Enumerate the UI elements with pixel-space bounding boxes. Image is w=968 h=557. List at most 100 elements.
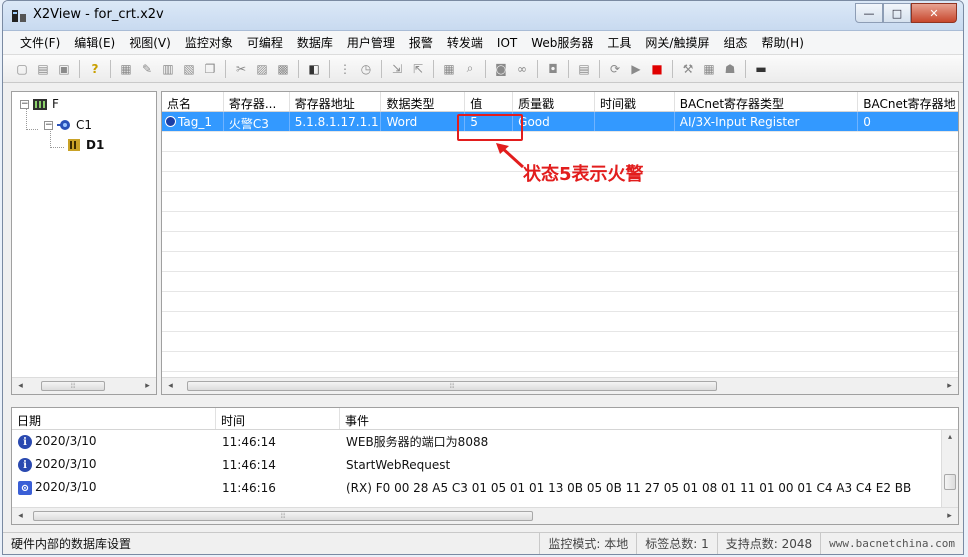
menu-monitor-object[interactable]: 监控对象 <box>178 34 240 51</box>
menu-alarm[interactable]: 报警 <box>402 34 440 51</box>
menu-web-server[interactable]: Web服务器 <box>524 34 600 51</box>
menu-tools[interactable]: 工具 <box>600 34 638 51</box>
column-header-value[interactable]: 值 <box>465 92 514 111</box>
cut-icon[interactable]: ✂ <box>232 60 250 78</box>
menu-programmable[interactable]: 可编程 <box>240 34 290 51</box>
report-icon[interactable]: ▤ <box>575 60 593 78</box>
scroll-up-icon[interactable]: ▴ <box>942 432 958 441</box>
minimize-button[interactable]: — <box>855 3 883 23</box>
menu-edit[interactable]: 编辑(E) <box>67 34 122 51</box>
close-button[interactable]: ✕ <box>911 3 957 23</box>
info-icon: i <box>18 435 32 450</box>
column-header-quality[interactable]: 质量戳 <box>513 92 595 111</box>
maximize-button[interactable]: □ <box>883 3 911 23</box>
scroll-left-icon[interactable]: ◂ <box>162 381 179 391</box>
cell-register: 火警C3 <box>224 112 290 131</box>
cell-timestamp <box>595 112 675 131</box>
collapse-icon[interactable]: − <box>44 120 53 130</box>
save-icon[interactable]: ▣ <box>55 60 73 78</box>
menu-iot[interactable]: IOT <box>490 36 524 50</box>
play-icon[interactable]: ▶ <box>627 60 645 78</box>
tree-node-root[interactable]: − F <box>20 97 59 111</box>
open-icon[interactable]: ▤ <box>34 60 52 78</box>
log-row[interactable]: i 2020/3/10 11:46:14 StartWebRequest <box>12 453 958 476</box>
toolbar-separator <box>568 59 569 78</box>
tree-node-device[interactable]: D1 <box>66 138 104 152</box>
toolbar-separator <box>329 59 330 78</box>
cell-data-type: Word <box>381 112 466 131</box>
chart-icon[interactable]: ▦ <box>440 60 458 78</box>
edit-icon[interactable]: ✎ <box>138 60 156 78</box>
column-header-tag-name[interactable]: 点名 <box>162 92 224 111</box>
menu-view[interactable]: 视图(V) <box>122 34 178 51</box>
channel-icon <box>57 120 70 130</box>
table-row-empty <box>162 192 958 212</box>
table-row-empty <box>162 292 958 312</box>
config-icon[interactable]: ▥ <box>159 60 177 78</box>
help-icon[interactable]: ? <box>86 60 104 78</box>
log-row[interactable]: i 2020/3/10 11:46:14 WEB服务器的端口为8088 <box>12 430 958 453</box>
tool-icon[interactable]: ⚒ <box>679 60 697 78</box>
grid-icon[interactable]: ⋮ <box>336 60 354 78</box>
camera-icon[interactable]: ◙ <box>492 60 510 78</box>
duplicate-icon[interactable]: ▩ <box>274 60 292 78</box>
stop-icon[interactable]: ■ <box>648 60 666 78</box>
menu-bar: 文件(F) 编辑(E) 视图(V) 监控对象 可编程 数据库 用户管理 报警 转… <box>3 31 963 55</box>
column-header-event[interactable]: 事件 <box>340 408 942 429</box>
export-icon[interactable]: ⇱ <box>409 60 427 78</box>
menu-gateway[interactable]: 网关/触摸屏 <box>638 34 716 51</box>
table-row-empty <box>162 232 958 252</box>
column-header-time[interactable]: 时间 <box>216 408 340 429</box>
device-icon <box>68 139 80 151</box>
toolbar-separator <box>433 59 434 78</box>
collapse-icon[interactable]: − <box>20 99 29 109</box>
menu-forwarder[interactable]: 转发端 <box>440 34 490 51</box>
toolbar-separator <box>672 59 673 78</box>
monitor-icon[interactable]: ◧ <box>305 60 323 78</box>
scroll-left-icon[interactable]: ◂ <box>12 381 29 391</box>
screen-icon[interactable]: ▬ <box>752 60 770 78</box>
column-header-data-type[interactable]: 数据类型 <box>381 92 466 111</box>
column-header-bacnet-address[interactable]: BACnet寄存器地 <box>858 92 958 111</box>
clock-icon[interactable]: ◷ <box>357 60 375 78</box>
scroll-left-icon[interactable]: ◂ <box>12 511 29 521</box>
menu-user-management[interactable]: 用户管理 <box>340 34 402 51</box>
log-event: StartWebRequest <box>346 457 451 472</box>
column-header-register-address[interactable]: 寄存器地址 <box>290 92 382 111</box>
paste-icon[interactable]: ▨ <box>253 60 271 78</box>
user-icon[interactable]: ☗ <box>721 60 739 78</box>
calc-icon[interactable]: ▦ <box>700 60 718 78</box>
column-header-register[interactable]: 寄存器... <box>224 92 290 111</box>
tree-node-channel[interactable]: − C1 <box>44 118 92 132</box>
log-row[interactable]: ⊙ 2020/3/10 11:46:16 (RX) F0 00 28 A5 C3 … <box>12 476 958 499</box>
log-vertical-scrollbar[interactable]: ▴ <box>941 430 958 508</box>
menu-file[interactable]: 文件(F) <box>13 34 67 51</box>
refresh-icon[interactable]: ⟳ <box>606 60 624 78</box>
title-bar[interactable]: X2View - for_crt.x2v — □ ✕ <box>3 1 963 31</box>
copy-icon[interactable]: ❐ <box>201 60 219 78</box>
grid-header: 点名 寄存器... 寄存器地址 数据类型 值 质量戳 时间戳 BACnet寄存器… <box>162 92 958 112</box>
cell-bacnet-address: 0 <box>863 115 871 129</box>
menu-database[interactable]: 数据库 <box>290 34 340 51</box>
scroll-thumb[interactable] <box>944 474 956 490</box>
scroll-right-icon[interactable]: ▸ <box>941 511 958 521</box>
device-icon[interactable]: ▦ <box>117 60 135 78</box>
search-icon[interactable]: ⌕ <box>461 60 479 78</box>
column-header-timestamp[interactable]: 时间戳 <box>595 92 675 111</box>
scroll-right-icon[interactable]: ▸ <box>941 381 958 391</box>
column-header-bacnet-type[interactable]: BACnet寄存器类型 <box>675 92 859 111</box>
menu-configuration[interactable]: 组态 <box>716 34 754 51</box>
import-icon[interactable]: ⇲ <box>388 60 406 78</box>
column-header-date[interactable]: 日期 <box>12 408 216 429</box>
new-icon[interactable]: ▢ <box>13 60 31 78</box>
scroll-right-icon[interactable]: ▸ <box>139 381 156 391</box>
status-mode: 监控模式: 本地 <box>539 533 636 554</box>
tag-icon[interactable]: ▧ <box>180 60 198 78</box>
lock-icon[interactable]: ◘ <box>544 60 562 78</box>
menu-help[interactable]: 帮助(H) <box>754 34 810 51</box>
tree-horizontal-scrollbar[interactable]: ◂ ⦙⦙⦙ ▸ <box>12 377 156 394</box>
link-icon[interactable]: ∞ <box>513 60 531 78</box>
table-row[interactable]: Tag_1 火警C3 5.1.8.1.17.1.1 Word 5 Good AI… <box>162 112 958 132</box>
log-horizontal-scrollbar[interactable]: ◂ ⦙⦙⦙ ▸ <box>12 507 958 524</box>
grid-horizontal-scrollbar[interactable]: ◂ ⦙⦙⦙ ▸ <box>162 377 958 394</box>
